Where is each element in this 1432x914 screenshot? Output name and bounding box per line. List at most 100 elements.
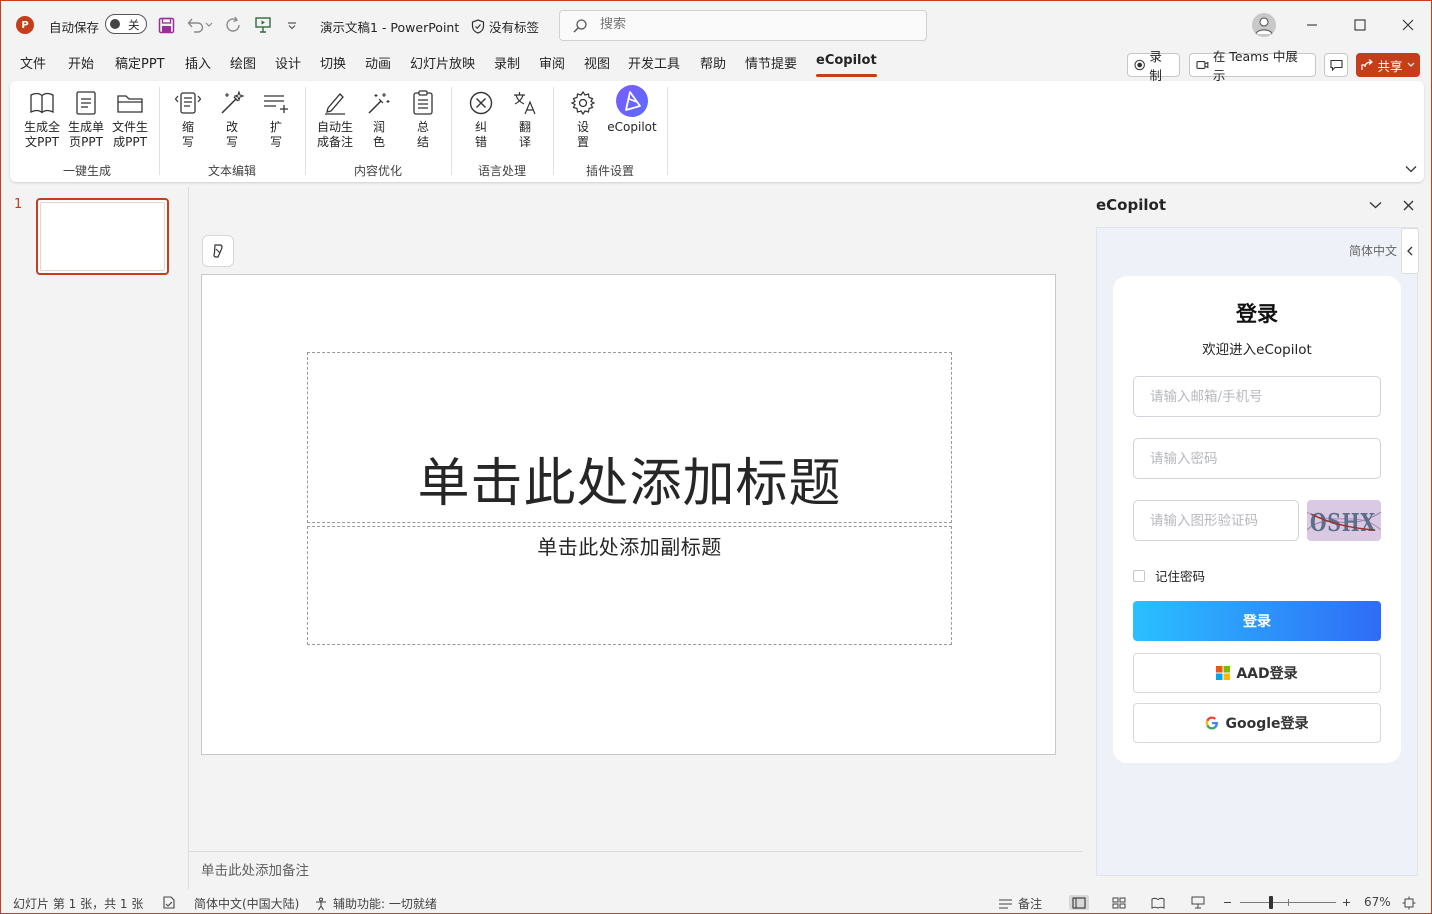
remember-password[interactable]: 记住密码 bbox=[1133, 566, 1205, 585]
generate-full-ppt-button[interactable]: 生成全 文PPT bbox=[22, 89, 62, 150]
tab-file[interactable]: 文件 bbox=[20, 53, 46, 77]
group-label-content-optimize: 内容优化 bbox=[353, 164, 403, 178]
record-icon bbox=[1134, 59, 1145, 71]
user-avatar-icon[interactable] bbox=[1252, 13, 1276, 37]
login-button[interactable]: 登录 bbox=[1133, 601, 1381, 641]
password-field[interactable] bbox=[1133, 438, 1381, 479]
undo-icon[interactable] bbox=[185, 15, 205, 35]
share-button[interactable]: 共享 bbox=[1356, 53, 1420, 77]
login-card: 登录 欢迎进入eCopilot OSHX 记住密码 登录 AAD登录 bbox=[1113, 276, 1401, 763]
group-separator bbox=[451, 87, 452, 175]
email-field[interactable] bbox=[1133, 376, 1381, 417]
tab-review[interactable]: 审阅 bbox=[539, 53, 565, 77]
fit-to-window-icon[interactable] bbox=[1401, 895, 1417, 910]
normal-view-icon[interactable] bbox=[1069, 895, 1089, 910]
expand-button[interactable]: 扩 写 bbox=[260, 89, 292, 150]
subtitle-placeholder[interactable]: 单击此处添加副标题 bbox=[307, 526, 952, 645]
accessibility-status[interactable]: 辅助功能: 一切就绪 bbox=[314, 895, 437, 912]
slide-counter[interactable]: 幻灯片 第 1 张，共 1 张 bbox=[13, 895, 143, 912]
reading-view-icon[interactable] bbox=[1150, 895, 1166, 910]
generate-single-page-button[interactable]: 生成单 页PPT bbox=[66, 89, 106, 150]
redo-icon[interactable] bbox=[223, 15, 243, 35]
sensitivity-text: 没有标签 bbox=[489, 20, 540, 35]
zoom-in-icon[interactable] bbox=[1341, 895, 1351, 910]
customize-qat-icon[interactable] bbox=[282, 15, 302, 35]
comments-button[interactable] bbox=[1324, 53, 1348, 77]
ribbon-label: 纠 错 bbox=[474, 120, 487, 149]
slide-sorter-icon[interactable] bbox=[1111, 895, 1127, 910]
save-icon[interactable] bbox=[156, 15, 176, 35]
tab-insert[interactable]: 插入 bbox=[185, 53, 211, 77]
slideshow-view-icon[interactable] bbox=[1190, 895, 1206, 910]
autosave-state: 关 bbox=[128, 18, 140, 32]
remember-checkbox[interactable] bbox=[1133, 569, 1145, 582]
search-input[interactable] bbox=[600, 17, 900, 32]
tab-slideshow[interactable]: 幻灯片放映 bbox=[410, 53, 475, 77]
spelling-check-icon[interactable] bbox=[161, 895, 177, 910]
maximize-icon[interactable] bbox=[1345, 11, 1375, 39]
title-placeholder[interactable]: 单击此处添加标题 bbox=[307, 352, 952, 523]
aad-login-button[interactable]: AAD登录 bbox=[1133, 653, 1381, 693]
copilot-icon[interactable] bbox=[202, 235, 234, 267]
rewrite-wand-icon bbox=[216, 89, 248, 117]
captcha-image[interactable]: OSHX bbox=[1307, 500, 1381, 541]
tab-home[interactable]: 开始 bbox=[68, 53, 94, 77]
slide-canvas[interactable]: 单击此处添加标题 单击此处添加副标题 bbox=[201, 274, 1056, 755]
slide-thumbnail[interactable] bbox=[36, 198, 169, 275]
captcha-field[interactable] bbox=[1133, 500, 1299, 541]
undo-dropdown-icon[interactable] bbox=[203, 15, 215, 35]
zoom-slider-thumb[interactable] bbox=[1269, 896, 1273, 909]
minimize-icon[interactable] bbox=[1297, 11, 1327, 39]
google-icon bbox=[1206, 716, 1219, 730]
generate-from-file-button[interactable]: 文件生 成PPT bbox=[110, 89, 150, 150]
settings-button[interactable]: 设 置 bbox=[567, 89, 599, 150]
rewrite-button[interactable]: 改 写 bbox=[216, 89, 248, 150]
zoom-out-icon[interactable] bbox=[1222, 895, 1232, 910]
pane-options-chevron-icon[interactable] bbox=[1367, 197, 1383, 213]
zoom-level[interactable]: 67% bbox=[1364, 895, 1391, 909]
tab-transitions[interactable]: 切换 bbox=[320, 53, 346, 77]
tab-record[interactable]: 录制 bbox=[494, 53, 520, 77]
collapse-side-handle[interactable] bbox=[1401, 228, 1419, 274]
remember-label: 记住密码 bbox=[1155, 569, 1206, 584]
close-icon[interactable] bbox=[1393, 11, 1423, 39]
ribbon-label: 扩 写 bbox=[269, 120, 282, 149]
tab-storyboard[interactable]: 情节提要 bbox=[745, 53, 797, 77]
translate-button[interactable]: 翻 译 bbox=[509, 89, 541, 150]
tab-developer[interactable]: 开发工具 bbox=[628, 53, 680, 77]
record-button[interactable]: 录制 bbox=[1127, 49, 1180, 83]
close-pane-icon[interactable] bbox=[1400, 197, 1416, 213]
summary-icon bbox=[407, 89, 439, 117]
notes-toggle[interactable]: 备注 bbox=[998, 895, 1042, 912]
sensitivity-label[interactable]: 没有标签 bbox=[471, 17, 539, 36]
search-icon bbox=[573, 19, 587, 33]
condense-button[interactable]: 缩 写 bbox=[172, 89, 204, 150]
ribbon-label: 设 置 bbox=[576, 120, 589, 149]
tab-draw[interactable]: 绘图 bbox=[230, 53, 256, 77]
polish-button[interactable]: 润 色 bbox=[363, 89, 395, 150]
correct-button[interactable]: 纠 错 bbox=[465, 89, 497, 150]
language-indicator[interactable]: 简体中文(中国大陆) bbox=[194, 895, 299, 912]
search-box[interactable] bbox=[559, 10, 927, 41]
pane-divider[interactable] bbox=[188, 187, 189, 889]
notes-placeholder[interactable]: 单击此处添加备注 bbox=[201, 859, 309, 879]
tab-gaoding-ppt[interactable]: 稿定PPT bbox=[115, 53, 165, 77]
google-login-button[interactable]: Google登录 bbox=[1133, 703, 1381, 743]
ecopilot-button[interactable]: eCopilot bbox=[606, 85, 658, 135]
ribbon-label: 总 结 bbox=[416, 120, 429, 149]
subtitle-placeholder-text: 单击此处添加副标题 bbox=[537, 535, 722, 559]
notes-divider[interactable] bbox=[189, 851, 1082, 852]
tab-ecopilot[interactable]: eCopilot bbox=[816, 53, 877, 77]
collapse-ribbon-icon[interactable] bbox=[1404, 162, 1418, 176]
tab-view[interactable]: 视图 bbox=[584, 53, 610, 77]
present-from-start-icon[interactable] bbox=[253, 15, 273, 35]
autosave-toggle[interactable]: 关 bbox=[105, 14, 147, 34]
auto-notes-button[interactable]: 自动生 成备注 bbox=[313, 89, 357, 150]
notes-toggle-label: 备注 bbox=[1018, 897, 1043, 911]
tab-help[interactable]: 帮助 bbox=[700, 53, 726, 77]
tab-animations[interactable]: 动画 bbox=[365, 53, 391, 77]
language-select[interactable]: 简体中文 bbox=[1349, 242, 1397, 259]
present-in-teams-button[interactable]: 在 Teams 中展示 bbox=[1189, 49, 1316, 83]
summary-button[interactable]: 总 结 bbox=[407, 89, 439, 150]
tab-design[interactable]: 设计 bbox=[275, 53, 301, 77]
